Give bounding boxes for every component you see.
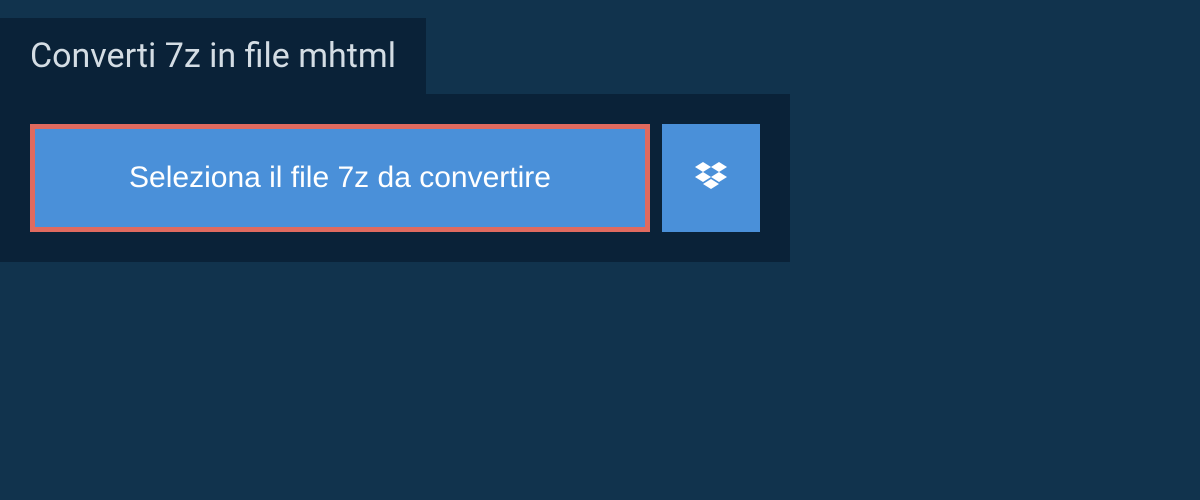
select-file-button[interactable]: Seleziona il file 7z da convertire [30, 124, 650, 232]
dropbox-button[interactable] [662, 124, 760, 232]
button-row: Seleziona il file 7z da convertire [30, 124, 760, 232]
header-tab: Converti 7z in file mhtml [0, 18, 426, 94]
dropbox-icon [691, 158, 731, 198]
upload-panel: Seleziona il file 7z da convertire [0, 94, 790, 262]
select-file-button-label: Seleziona il file 7z da convertire [129, 161, 551, 194]
page-title: Converti 7z in file mhtml [30, 36, 396, 76]
